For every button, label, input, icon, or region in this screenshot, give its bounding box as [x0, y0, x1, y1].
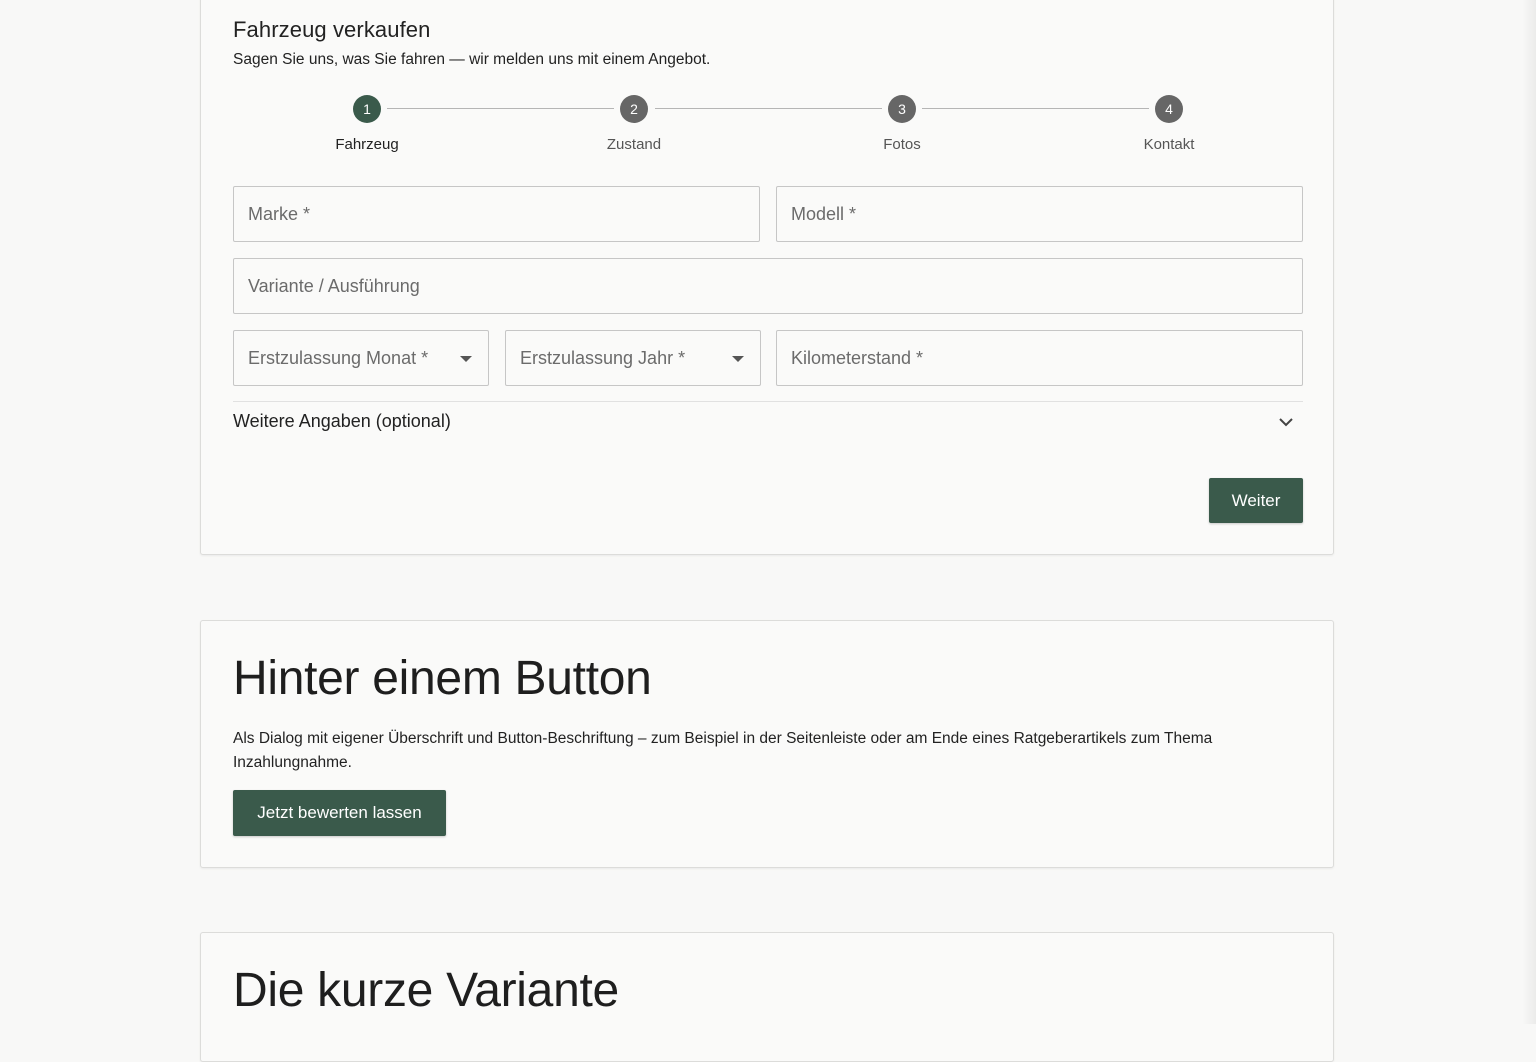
- step-number: 4: [1155, 95, 1183, 123]
- dropdown-arrow-icon: [732, 356, 744, 362]
- section-description: Als Dialog mit eigener Überschrift und B…: [233, 730, 1213, 771]
- jetzt-bewerten-button[interactable]: Jetzt bewerten lassen: [233, 790, 446, 836]
- form-subtitle: Sagen Sie uns, was Sie fahren — wir meld…: [233, 51, 711, 68]
- kilometer-label: Kilometerstand *: [791, 348, 924, 368]
- step-kontakt[interactable]: 4 Kontakt: [1089, 95, 1249, 153]
- erstzulassung-monat-select[interactable]: Erstzulassung Monat *: [233, 330, 489, 386]
- jahr-label: Erstzulassung Jahr *: [520, 348, 686, 368]
- step-fahrzeug[interactable]: 1 Fahrzeug: [287, 95, 447, 153]
- accordion-label: Weitere Angaben (optional): [233, 411, 451, 431]
- modell-label: Modell *: [791, 204, 857, 224]
- step-label: Fahrzeug: [335, 136, 399, 153]
- section-title: Die kurze Variante: [233, 964, 619, 1017]
- step-zustand[interactable]: 2 Zustand: [554, 95, 714, 153]
- step-number: 2: [620, 95, 648, 123]
- variante-label: Variante / Ausführung: [248, 276, 420, 296]
- marke-input[interactable]: Marke *: [233, 186, 760, 242]
- step-label: Fotos: [883, 136, 921, 153]
- step-label: Zustand: [606, 136, 662, 153]
- section-title: Hinter einem Button: [233, 652, 652, 705]
- chevron-down-icon: [1279, 418, 1293, 427]
- short-variant-card: Die kurze Variante: [200, 932, 1334, 1062]
- stepper: 1 Fahrzeug 2 Zustand 3 Fotos 4 Kontakt: [233, 95, 1303, 165]
- erstzulassung-jahr-select[interactable]: Erstzulassung Jahr *: [505, 330, 761, 386]
- marke-label: Marke *: [248, 204, 311, 224]
- step-fotos[interactable]: 3 Fotos: [822, 95, 982, 153]
- sell-vehicle-form-card: Fahrzeug verkaufen Sagen Sie uns, was Si…: [200, 0, 1334, 555]
- dropdown-arrow-icon: [460, 356, 472, 362]
- weiter-button[interactable]: Weiter: [1209, 478, 1303, 523]
- step-label: Kontakt: [1143, 136, 1195, 153]
- weitere-angaben-accordion[interactable]: Weitere Angaben (optional): [233, 411, 1303, 441]
- button-variant-card: Hinter einem Button Als Dialog mit eigen…: [200, 620, 1334, 868]
- form-title: Fahrzeug verkaufen: [233, 17, 431, 42]
- variante-input[interactable]: Variante / Ausführung: [233, 258, 1303, 314]
- scrollbar-shadow: [1522, 0, 1536, 1024]
- modell-input[interactable]: Modell *: [776, 186, 1303, 242]
- step-number: 1: [353, 95, 381, 123]
- kilometerstand-input[interactable]: Kilometerstand *: [776, 330, 1303, 386]
- divider: [233, 401, 1303, 402]
- monat-label: Erstzulassung Monat *: [248, 348, 429, 368]
- step-number: 3: [888, 95, 916, 123]
